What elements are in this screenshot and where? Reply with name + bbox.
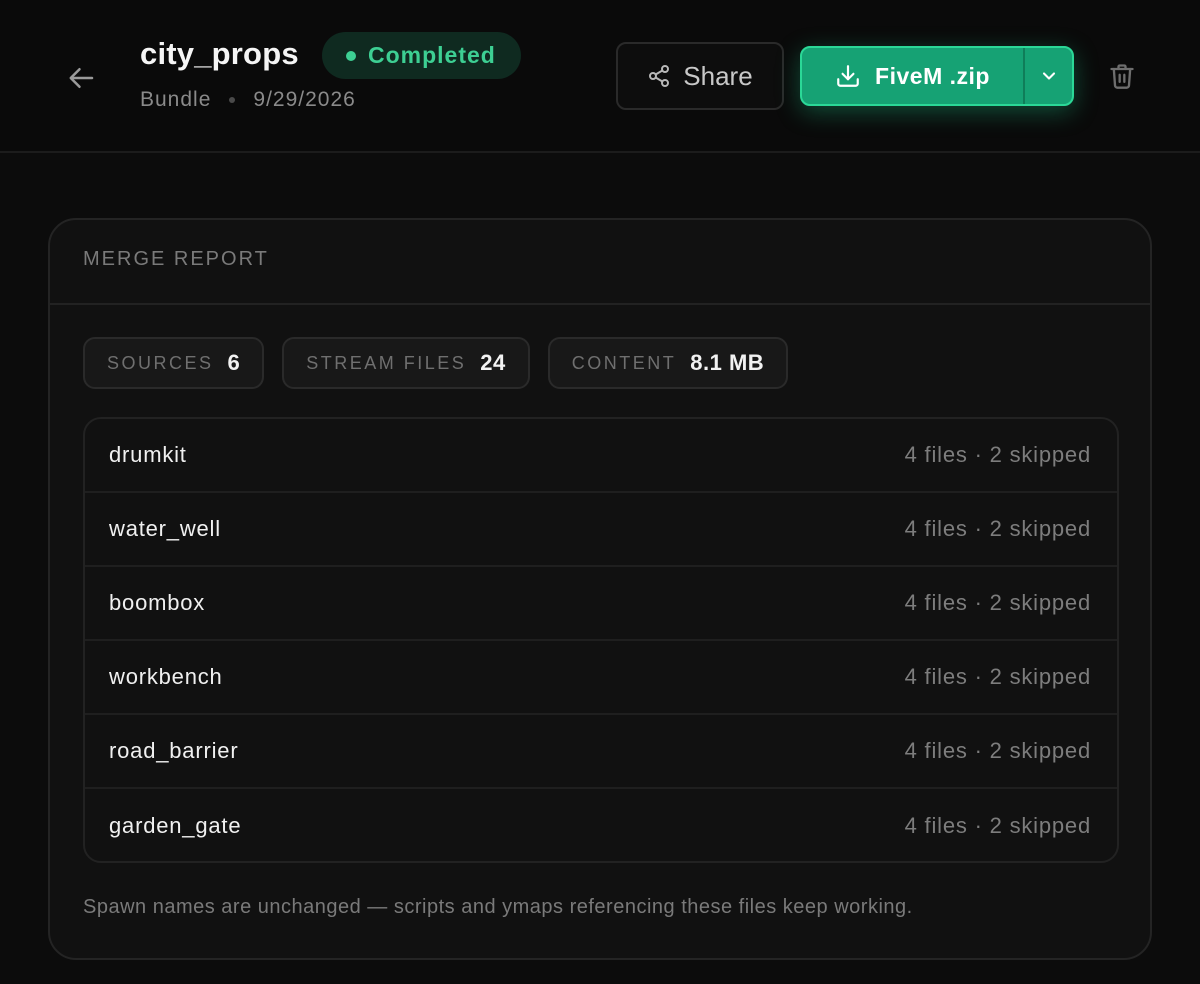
download-split-button: FiveM .zip: [800, 46, 1074, 106]
source-name: water_well: [109, 516, 221, 541]
source-name: road_barrier: [109, 738, 239, 763]
chevron-down-icon: [1042, 72, 1055, 80]
stat-sources: SOURCES 6: [83, 337, 265, 389]
share-icon: [649, 65, 670, 87]
source-detail: 4 files · 2 skipped: [904, 813, 1091, 838]
source-detail: 4 files · 2 skipped: [904, 442, 1091, 467]
source-name: workbench: [109, 664, 223, 689]
share-button[interactable]: Share: [616, 42, 784, 110]
share-label: Share: [683, 60, 753, 91]
download-button[interactable]: FiveM .zip: [802, 48, 1023, 104]
source-list: drumkit 4 files · 2 skipped water_well 4…: [83, 417, 1119, 863]
download-icon: [837, 65, 859, 87]
stat-value: 8.1 MB: [690, 350, 765, 375]
merge-report-heading: MERGE REPORT: [50, 220, 1150, 305]
stat-label: STREAM FILES: [306, 352, 467, 373]
page-title: city_props: [140, 36, 299, 71]
trash-icon: [1110, 64, 1134, 89]
list-item: drumkit 4 files · 2 skipped: [85, 419, 1117, 493]
source-detail: 4 files · 2 skipped: [904, 516, 1091, 541]
page-meta: Bundle 9/29/2026: [140, 88, 356, 112]
source-detail: 4 files · 2 skipped: [904, 738, 1091, 763]
merge-footnote: Spawn names are unchanged — scripts and …: [83, 896, 913, 918]
page-header: city_props Completed Bundle 9/29/2026 Sh…: [0, 0, 1200, 153]
back-button[interactable]: [62, 58, 102, 98]
stat-stream-files: STREAM FILES 24: [282, 337, 530, 389]
stat-label: CONTENT: [571, 352, 677, 373]
delete-button[interactable]: [1102, 56, 1142, 96]
source-name: garden_gate: [109, 813, 242, 838]
source-name: boombox: [109, 590, 206, 615]
download-options-button[interactable]: [1025, 48, 1072, 104]
stat-label: SOURCES: [107, 352, 214, 373]
merge-report-card: MERGE REPORT SOURCES 6 STREAM FILES 24 C…: [48, 218, 1152, 960]
arrow-left-icon: [69, 68, 94, 88]
item-type: Bundle: [140, 88, 212, 111]
list-item: water_well 4 files · 2 skipped: [85, 493, 1117, 567]
source-name: drumkit: [109, 442, 187, 467]
stat-content: CONTENT 8.1 MB: [547, 337, 789, 389]
stat-value: 24: [480, 350, 506, 375]
list-item: workbench 4 files · 2 skipped: [85, 641, 1117, 715]
status-label: Completed: [368, 42, 496, 68]
list-item: garden_gate 4 files · 2 skipped: [85, 789, 1117, 861]
download-label: FiveM .zip: [875, 62, 990, 89]
stat-value: 6: [227, 350, 241, 375]
separator-dot-icon: [229, 97, 236, 103]
source-detail: 4 files · 2 skipped: [904, 664, 1091, 689]
stats-row: SOURCES 6 STREAM FILES 24 CONTENT 8.1 MB: [83, 337, 789, 389]
source-detail: 4 files · 2 skipped: [904, 590, 1091, 615]
status-badge: Completed: [322, 32, 521, 79]
status-dot-icon: [346, 50, 356, 61]
list-item: boombox 4 files · 2 skipped: [85, 567, 1117, 641]
item-date: 9/29/2026: [253, 88, 356, 111]
list-item: road_barrier 4 files · 2 skipped: [85, 715, 1117, 789]
